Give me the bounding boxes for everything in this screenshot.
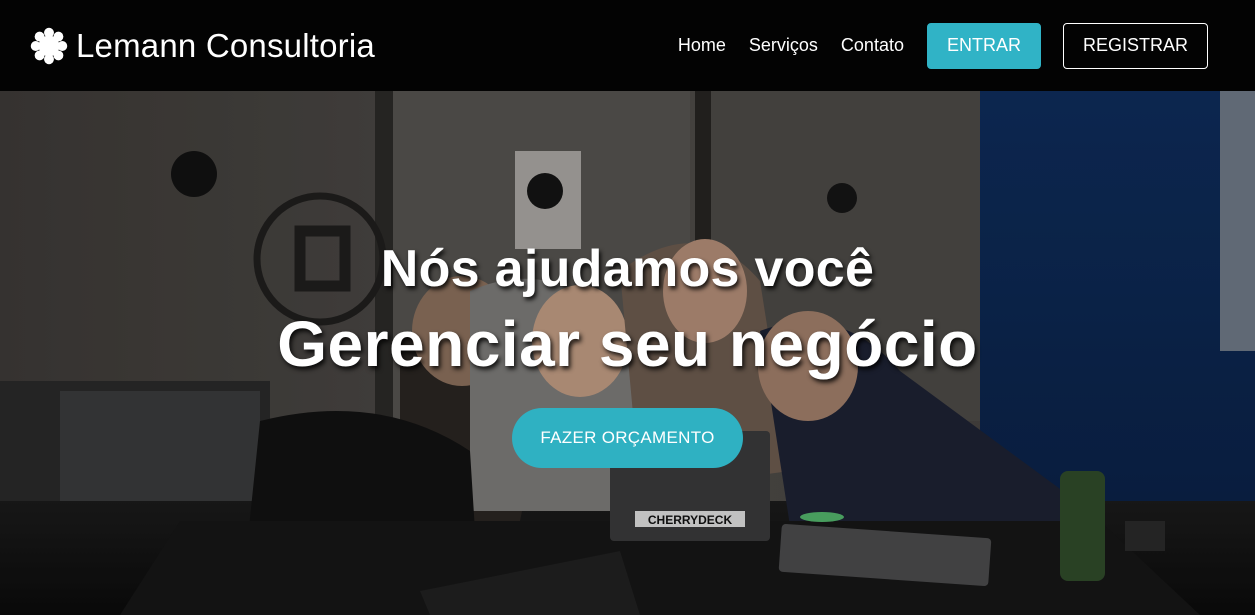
flower-logo-icon	[30, 27, 68, 64]
hero-section: CHERRYDECK Nós ajudamos você Gerenciar s…	[0, 91, 1255, 615]
navbar: Lemann Consultoria Home Serviços Contato…	[0, 0, 1255, 91]
hero-title: Nós ajudamos você	[380, 240, 875, 298]
register-button[interactable]: REGISTRAR	[1062, 22, 1208, 69]
request-quote-button[interactable]: FAZER ORÇAMENTO	[512, 408, 743, 468]
nav-link-servicos[interactable]: Serviços	[749, 35, 818, 56]
brand-name: Lemann Consultoria	[76, 26, 375, 64]
login-button[interactable]: ENTRAR	[926, 22, 1041, 69]
nav-link-home[interactable]: Home	[678, 35, 726, 56]
hero-content: Nós ajudamos você Gerenciar seu negócio …	[0, 91, 1255, 615]
nav-link-contato[interactable]: Contato	[841, 35, 904, 56]
brand-link[interactable]: Lemann Consultoria	[30, 27, 375, 65]
hero-subtitle: Gerenciar seu negócio	[277, 308, 978, 380]
main-nav: Home Serviços Contato ENTRAR REGISTRAR	[678, 22, 1208, 69]
